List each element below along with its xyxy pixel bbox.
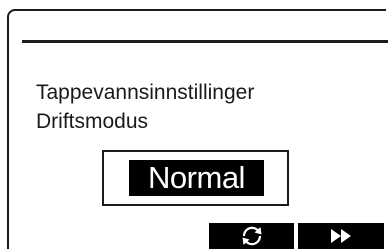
next-button[interactable]	[298, 223, 384, 249]
value-selector-frame: Normal	[102, 150, 289, 206]
change-value-button[interactable]	[209, 223, 294, 249]
setting-subtitle: Driftsmodus	[36, 110, 149, 133]
header-divider	[22, 40, 388, 43]
setting-title: Tappevannsinnstillinger	[36, 81, 255, 104]
selected-value[interactable]: Normal	[129, 160, 264, 196]
refresh-icon	[242, 226, 261, 246]
fast-forward-icon	[331, 229, 351, 243]
